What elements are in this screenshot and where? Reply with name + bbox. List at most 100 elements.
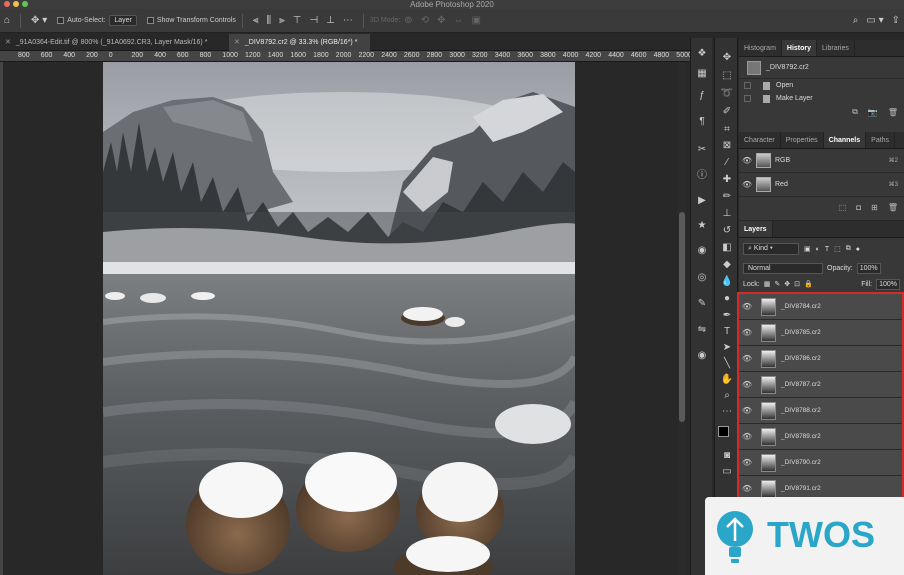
layer-row[interactable]: 👁 _DIV8787.cr2 [739,372,902,398]
path-select-tool-icon[interactable]: ➤ [715,340,739,356]
plugin-tk-small-icon[interactable]: ◉ [691,348,713,364]
layer-row[interactable]: 👁 _DIV8790.cr2 [739,450,902,476]
tab-history[interactable]: History [781,40,818,56]
eye-icon[interactable]: 👁 [739,458,755,467]
trash-icon[interactable]: 🗑 [888,203,898,212]
lock-transparent-icon[interactable]: ▦ [764,280,771,288]
tab-document-2[interactable]: ✕ _DIV8792.cr2 @ 33.3% (RGB/16*) * [229,34,370,51]
filter-pixel-icon[interactable]: ▣ [804,245,811,253]
layer-row[interactable]: 👁 _DIV8789.cr2 [739,424,902,450]
history-snapshot[interactable]: _DIV8792.cr2 [739,57,904,79]
plugin-tk-round-icon[interactable]: ◉ [691,243,713,259]
brush-settings-icon[interactable]: ✎ [691,296,713,312]
eye-icon[interactable]: 👁 [739,180,755,189]
3d-orbit-icon[interactable]: ⊚ [404,15,412,26]
camera-snapshot-icon[interactable]: 📷 [868,108,878,117]
line-tool-icon[interactable]: ╲ [715,356,739,372]
lasso-tool-icon[interactable]: ➰ [715,86,739,102]
adjustments-icon[interactable]: ⇋ [691,322,713,338]
save-selection-icon[interactable]: ◘ [856,203,861,212]
eraser-tool-icon[interactable]: ◧ [715,240,739,256]
channel-row[interactable]: 👁 RGB ⌘2 [739,149,904,173]
eye-icon[interactable]: 👁 [739,380,755,389]
info-icon[interactable]: ⓘ [691,168,713,184]
close-tab-icon[interactable]: ✕ [5,39,11,46]
align-center-icon[interactable]: ⫼ [267,15,272,26]
eye-icon[interactable]: 👁 [739,484,755,493]
scrollbar-thumb[interactable] [679,212,685,422]
more-tools-icon[interactable]: ⋯ [715,404,739,420]
3d-panel-icon[interactable]: ❖ [691,46,713,62]
load-selection-icon[interactable]: ⬚ [839,203,847,212]
eye-icon[interactable]: 👁 [739,432,755,441]
align-middle-icon[interactable]: ⊣ [309,15,318,26]
tab-channels[interactable]: Channels [823,132,867,148]
workspace-icon[interactable]: ▭ ▾ [866,15,883,26]
history-brush-tool-icon[interactable]: ↺ [715,223,739,239]
frame-tool-icon[interactable]: ⊠ [715,138,739,154]
brush-tool-icon[interactable]: ✏ [715,189,739,205]
tab-libraries[interactable]: Libraries [817,40,855,56]
lock-image-icon[interactable]: ✎ [774,280,780,288]
fx-styles-icon[interactable]: ƒ [691,88,713,104]
eye-icon[interactable]: 👁 [739,354,755,363]
paint-bucket-tool-icon[interactable]: ◆ [715,257,739,273]
plugin-tk-icon[interactable]: ★ [691,218,713,234]
lock-position-icon[interactable]: ✥ [784,280,790,288]
move-tool-preset-icon[interactable]: ✥ ▾ [31,15,47,26]
canvas-vertical-scrollbar[interactable] [678,62,686,575]
tool-presets-icon[interactable]: ✂ [691,142,713,158]
filter-shape-icon[interactable]: ⬚ [834,245,841,253]
move-tool-icon[interactable]: ✥ [715,50,739,66]
healing-brush-tool-icon[interactable]: ✚ [715,172,739,188]
auto-select-checkbox[interactable] [57,17,65,24]
dodge-tool-icon[interactable]: ● [715,291,739,307]
lock-artboard-icon[interactable]: ⊡ [794,280,800,288]
screen-mode-icon[interactable]: ▭ [715,464,739,480]
channel-row[interactable]: 👁 Red ⌘3 [739,173,904,197]
marquee-tool-icon[interactable]: ⬚ [715,68,739,84]
tab-character[interactable]: Character [739,132,781,148]
crop-tool-icon[interactable]: ⌗ [715,122,739,138]
eye-icon[interactable]: 👁 [739,302,755,311]
document-image[interactable] [103,62,575,575]
tab-properties[interactable]: Properties [781,132,824,148]
grid-panel-icon[interactable]: ▦ [691,66,713,82]
home-icon[interactable]: ⌂ [4,15,10,26]
paragraph-icon[interactable]: ¶ [691,114,713,130]
align-top-icon[interactable]: ⊤ [293,15,302,26]
tab-document-1[interactable]: ✕ _91A0364-Edit.tif @ 800% (_91A0692.CR3,… [0,34,228,51]
opacity-input[interactable]: 100% [856,262,881,274]
blur-tool-icon[interactable]: 💧 [715,274,739,290]
eyedropper-tool-icon[interactable]: ⁄ [715,155,739,171]
eye-icon[interactable]: 👁 [739,156,755,165]
filter-type-icon[interactable]: T [825,246,829,253]
foreground-color-swatch[interactable] [718,426,729,437]
layer-row[interactable]: 👁 _DIV8784.cr2 [739,294,902,320]
fill-input[interactable]: 100% [876,278,900,290]
quick-select-tool-icon[interactable]: ✐ [715,104,739,120]
tab-paths[interactable]: Paths [866,132,896,148]
blend-mode-dropdown[interactable]: Normal [743,262,823,274]
3d-pan-icon[interactable]: ✥ [437,15,445,26]
lock-all-icon[interactable]: 🔒 [804,280,813,288]
3d-slide-icon[interactable]: ⇔ [453,15,463,26]
align-bottom-icon[interactable]: ⊥ [326,15,335,26]
filter-smart-object-icon[interactable]: ⧉ [846,245,851,253]
type-tool-icon[interactable]: T [715,324,739,340]
close-tab-icon[interactable]: ✕ [234,39,240,46]
new-document-from-state-icon[interactable]: ⧉ [852,107,858,117]
align-left-icon[interactable]: ⫷ [253,15,259,26]
transform-controls-checkbox[interactable] [146,17,154,24]
quick-mask-icon[interactable]: ◙ [715,448,739,464]
history-item[interactable]: Open [739,79,904,92]
tab-layers[interactable]: Layers [739,221,773,237]
layer-row[interactable]: 👁 _DIV8785.cr2 [739,320,902,346]
new-channel-icon[interactable]: ⊞ [871,203,878,212]
layer-row[interactable]: 👁 _DIV8786.cr2 [739,346,902,372]
filter-adjustment-icon[interactable]: ◐ [816,246,820,253]
search-icon[interactable]: ⌕ [853,15,859,26]
share-icon[interactable]: ⇪ [892,15,900,26]
eye-icon[interactable]: 👁 [739,406,755,415]
3d-scale-icon[interactable]: ▣ [471,15,480,26]
